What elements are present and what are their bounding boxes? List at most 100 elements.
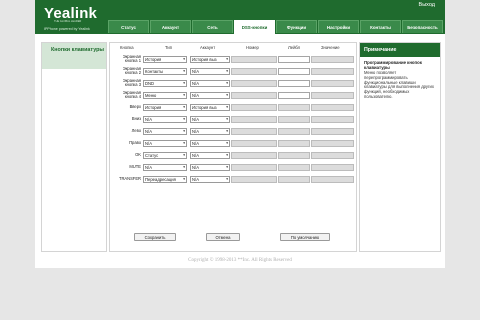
column-header-account: Аккаунт [200, 45, 216, 50]
table-row: Вниз N/A ▾ N/A ▾ [110, 115, 356, 126]
account-select[interactable]: N/A ▾ [190, 176, 230, 183]
type-select-value: N/A [145, 165, 152, 170]
label-input[interactable] [278, 92, 310, 99]
sidebar-item-keyboard-keys[interactable]: Кнопки клавиатуры [42, 43, 106, 69]
label-input [278, 104, 310, 111]
number-input [231, 152, 277, 159]
chevron-down-icon: ▾ [183, 129, 185, 133]
type-select[interactable]: N/A ▾ [143, 128, 187, 135]
type-select-value: История [145, 105, 162, 110]
row-label: TRANSFER [118, 176, 141, 181]
account-select-value: История выз [192, 105, 217, 110]
tab-3[interactable]: DSS-кнопки [234, 20, 275, 34]
account-select[interactable]: N/A ▾ [190, 152, 230, 159]
row-label: Вверх [129, 104, 141, 109]
label-input[interactable] [278, 68, 310, 75]
chevron-down-icon: ▾ [183, 81, 185, 85]
label-input[interactable] [278, 56, 310, 63]
number-input [231, 68, 277, 75]
cancel-button[interactable]: Отмена [206, 233, 240, 241]
type-select-value: DND [145, 81, 155, 86]
row-label: Экранная кнопка 1 [122, 54, 141, 64]
tab-5[interactable]: Настройки [318, 20, 359, 33]
type-select-value: Статус [145, 153, 159, 158]
chevron-down-icon: ▾ [183, 69, 185, 73]
type-select[interactable]: N/A ▾ [143, 116, 187, 123]
chevron-down-icon: ▾ [226, 57, 228, 61]
type-select[interactable]: Контакты ▾ [143, 68, 187, 75]
table-row: Экранная кнопка 3 DND ▾ N/A ▾ [110, 78, 356, 90]
type-select[interactable]: Переадресация ▾ [143, 176, 187, 183]
account-select[interactable]: N/A ▾ [190, 164, 230, 171]
number-input [231, 164, 277, 171]
note-body: Меню позволяет перепрограммировать функц… [364, 70, 434, 99]
table-row: TRANSFER Переадресация ▾ N/A ▾ [110, 175, 356, 186]
number-input [231, 140, 277, 147]
account-select-value: N/A [192, 153, 199, 158]
chevron-down-icon: ▾ [226, 93, 228, 97]
table-row: Лево N/A ▾ N/A ▾ [110, 127, 356, 138]
type-select[interactable]: История ▾ [143, 56, 187, 63]
column-header-key: Кнопка [120, 45, 134, 50]
number-input [231, 176, 277, 183]
number-input [231, 104, 277, 111]
type-select[interactable]: История ▾ [143, 104, 187, 111]
account-select[interactable]: N/A ▾ [190, 92, 230, 99]
tab-4[interactable]: Функции [276, 20, 317, 33]
account-select[interactable]: N/A ▾ [190, 140, 230, 147]
type-select[interactable]: N/A ▾ [143, 164, 187, 171]
number-input [231, 128, 277, 135]
tab-2[interactable]: Сеть [192, 20, 233, 33]
chevron-down-icon: ▾ [226, 165, 228, 169]
chevron-down-icon: ▾ [183, 153, 185, 157]
number-input [231, 80, 277, 87]
tab-7[interactable]: Безопасность [402, 20, 443, 33]
save-button[interactable]: Сохранить [134, 233, 176, 241]
table-row: Право N/A ▾ N/A ▾ [110, 139, 356, 150]
chevron-down-icon: ▾ [226, 69, 228, 73]
value-input [311, 56, 354, 63]
logout-link[interactable]: Выход [419, 2, 435, 8]
table-row: Экранная кнопка 4 Меню ▾ N/A ▾ [110, 90, 356, 102]
type-select-value: Переадресация [145, 177, 176, 182]
account-select-value: N/A [192, 129, 199, 134]
type-select[interactable]: DND ▾ [143, 80, 187, 87]
row-label: MUTE [129, 164, 141, 169]
chevron-down-icon: ▾ [183, 57, 185, 61]
tab-0[interactable]: Статус [108, 20, 149, 33]
label-input [278, 176, 310, 183]
chevron-down-icon: ▾ [183, 105, 185, 109]
account-select[interactable]: История выз ▾ [190, 104, 230, 111]
row-label: Лево [131, 128, 141, 133]
label-input [278, 164, 310, 171]
row-label: Экранная кнопка 4 [122, 90, 141, 100]
row-label: Экранная кнопка 2 [122, 66, 141, 76]
type-select-value: N/A [145, 117, 152, 122]
number-input [231, 56, 277, 63]
type-select-value: Контакты [145, 69, 164, 74]
account-select[interactable]: История выз ▾ [190, 56, 230, 63]
value-input [311, 104, 354, 111]
account-select[interactable]: N/A ▾ [190, 116, 230, 123]
label-input [278, 116, 310, 123]
value-input [311, 80, 354, 87]
account-select[interactable]: N/A ▾ [190, 128, 230, 135]
table-row: Вверх История ▾ История выз ▾ [110, 103, 356, 114]
type-select-value: N/A [145, 141, 152, 146]
value-input [311, 176, 354, 183]
tab-6[interactable]: Контакты [360, 20, 401, 33]
label-input [278, 140, 310, 147]
type-select[interactable]: N/A ▾ [143, 140, 187, 147]
chevron-down-icon: ▾ [226, 117, 228, 121]
tab-1[interactable]: Аккаунт [150, 20, 191, 33]
default-button[interactable]: По умолчанию [280, 233, 330, 241]
main-tabs: Статус Аккаунт Сеть DSS-кнопки Функции Настро… [108, 20, 444, 34]
type-select[interactable]: Меню ▾ [143, 92, 187, 99]
label-input[interactable] [278, 80, 310, 87]
row-label: OK [135, 152, 141, 157]
account-select[interactable]: N/A ▾ [190, 80, 230, 87]
type-select[interactable]: Статус ▾ [143, 152, 187, 159]
table-row: OK Статус ▾ N/A ▾ [110, 151, 356, 162]
account-select[interactable]: N/A ▾ [190, 68, 230, 75]
account-select-value: История выз [192, 57, 217, 62]
